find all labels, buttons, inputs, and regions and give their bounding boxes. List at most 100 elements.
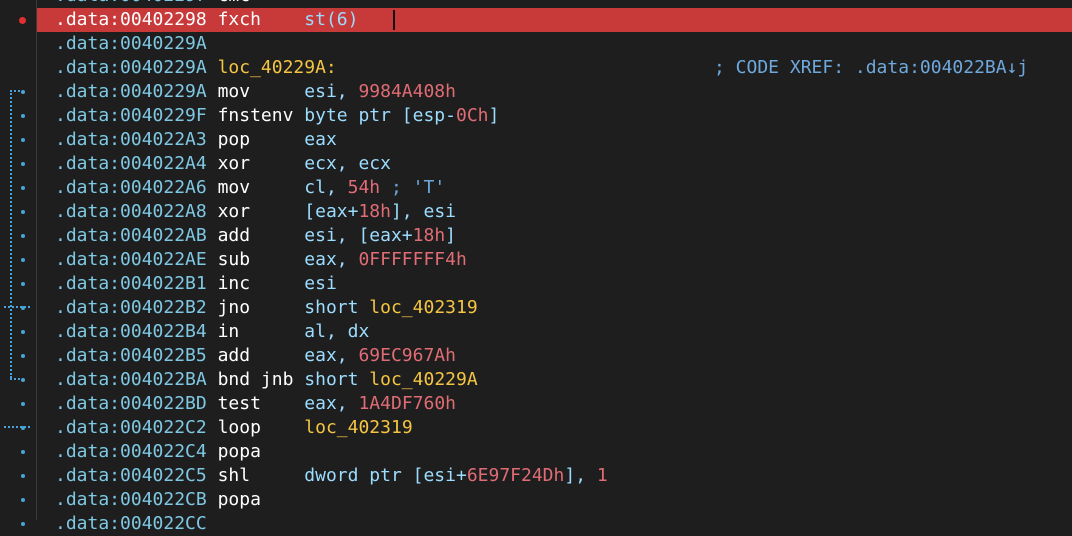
mnemonic: loop bbox=[217, 417, 261, 438]
listing-line[interactable]: .data:00402298 fxch st(6) bbox=[37, 8, 1072, 32]
xref-comment[interactable]: ; CODE XREF: .data:004022BA↓j bbox=[714, 56, 1028, 80]
listing-line[interactable]: .data:0040229F fnstenv byte ptr [esp-0Ch… bbox=[37, 104, 1072, 128]
listing-line[interactable]: .data:004022A8 xor [eax+18h], esi bbox=[37, 200, 1072, 224]
operand-number: 1A4DF760h bbox=[358, 393, 457, 414]
operand: ], bbox=[564, 465, 597, 486]
operand-number: 1 bbox=[596, 465, 608, 486]
mnemonic: shl bbox=[217, 465, 251, 486]
address: .data:0040229A bbox=[55, 57, 207, 78]
listing-line[interactable]: .data:004022AE sub eax, 0FFFFFFF4h bbox=[37, 248, 1072, 272]
operand: cl, bbox=[304, 177, 348, 198]
disassembly-listing: .data:00402297 cmc .data:00402298 fxch s… bbox=[37, 0, 1072, 536]
mnemonic: popa bbox=[217, 441, 261, 462]
line-marker-dot bbox=[21, 522, 25, 526]
listing-line[interactable]: .data:004022B2 jno short loc_402319 bbox=[37, 296, 1072, 320]
line-marker-dot bbox=[21, 282, 25, 286]
mnemonic: mov bbox=[217, 177, 251, 198]
address: .data:004022BD bbox=[55, 393, 207, 414]
operand: ], esi bbox=[390, 201, 456, 222]
line-marker-dot bbox=[21, 498, 25, 502]
listing-line[interactable]: .data:004022CC bbox=[37, 512, 1072, 536]
line-marker-dot bbox=[21, 114, 25, 118]
mnemonic: cmc bbox=[218, 0, 251, 6]
address: .data:004022B2 bbox=[55, 297, 207, 318]
listing-line[interactable]: .data:004022C4 popa bbox=[37, 440, 1072, 464]
listing-line[interactable]: .data:004022B5 add eax, 69EC967Ah bbox=[37, 344, 1072, 368]
mnemonic: fnstenv bbox=[217, 105, 294, 126]
address: .data:004022A4 bbox=[55, 153, 207, 174]
line-marker-dot bbox=[21, 450, 25, 454]
code-label[interactable]: loc_40229A: bbox=[218, 57, 337, 78]
mnemonic: mov bbox=[217, 81, 251, 102]
mnemonic: xor bbox=[217, 153, 251, 174]
line-marker-dot bbox=[21, 210, 25, 214]
jump-arrow-line bbox=[10, 378, 20, 380]
operand: short bbox=[304, 297, 370, 318]
address: .data:004022C5 bbox=[55, 465, 207, 486]
operand: esi, [eax+ bbox=[304, 225, 413, 246]
line-marker-dot bbox=[21, 378, 25, 382]
listing-line[interactable]: .data:00402297 cmc bbox=[37, 0, 1072, 8]
operand: esi, bbox=[304, 81, 359, 102]
breakpoint-icon[interactable] bbox=[19, 17, 26, 24]
address: .data:004022CB bbox=[55, 489, 207, 510]
operand: esi bbox=[304, 273, 337, 294]
mnemonic: add bbox=[217, 345, 251, 366]
line-marker-dot bbox=[21, 90, 25, 94]
listing-line[interactable]: .data:004022A4 xor ecx, ecx bbox=[37, 152, 1072, 176]
operand-number: 6E97F24Dh bbox=[466, 465, 565, 486]
operand-number: 18h bbox=[358, 201, 391, 222]
flow-gutter[interactable] bbox=[0, 0, 37, 526]
line-marker-dot bbox=[21, 474, 25, 478]
listing-line[interactable]: .data:004022AB add esi, [eax+18h] bbox=[37, 224, 1072, 248]
address: .data:004022A3 bbox=[55, 129, 207, 150]
line-marker-dot bbox=[21, 234, 25, 238]
address: .data:004022AB bbox=[55, 225, 207, 246]
mnemonic: fxch bbox=[217, 9, 261, 30]
listing-line[interactable]: .data:004022BD test eax, 1A4DF760h bbox=[37, 392, 1072, 416]
operand: short bbox=[304, 369, 370, 390]
listing-line[interactable]: .data:004022B4 in al, dx bbox=[37, 320, 1072, 344]
operand-number: 0FFFFFFF4h bbox=[358, 249, 467, 270]
address: .data:00402297 bbox=[37, 0, 207, 6]
address: .data:004022A8 bbox=[55, 201, 207, 222]
listing-line[interactable]: .data:004022A6 mov cl, 54h ; 'T' bbox=[37, 176, 1072, 200]
operand: al, dx bbox=[304, 321, 370, 342]
listing-line[interactable]: .data:004022B1 inc esi bbox=[37, 272, 1072, 296]
listing-line[interactable]: .data:004022C2 loop loc_402319 bbox=[37, 416, 1072, 440]
jump-arrow-line bbox=[4, 426, 30, 428]
mnemonic: bnd jnb bbox=[217, 369, 294, 390]
line-marker-dot bbox=[21, 258, 25, 262]
address: .data:00402298 bbox=[55, 9, 207, 30]
operand-label[interactable]: loc_402319 bbox=[304, 417, 412, 438]
address: .data:0040229A bbox=[55, 81, 207, 102]
listing-line[interactable]: .data:004022BA bnd jnb short loc_40229A bbox=[37, 368, 1072, 392]
operand: eax, bbox=[304, 393, 359, 414]
address: .data:004022A6 bbox=[55, 177, 207, 198]
line-marker-dot bbox=[21, 138, 25, 142]
listing-line[interactable]: .data:004022C5 shl dword ptr [esi+6E97F2… bbox=[37, 464, 1072, 488]
listing-line[interactable]: .data:0040229A loc_40229A: ; CODE XREF: .… bbox=[37, 56, 1072, 80]
listing-line[interactable]: .data:0040229A mov esi, 9984A408h bbox=[37, 80, 1072, 104]
operand-label[interactable]: loc_402319 bbox=[369, 297, 477, 318]
line-marker-dot bbox=[21, 330, 25, 334]
operand: [eax+ bbox=[304, 201, 359, 222]
listing-line[interactable]: .data:0040229A bbox=[37, 32, 1072, 56]
operand: eax, bbox=[304, 249, 359, 270]
line-marker-dot bbox=[21, 402, 25, 406]
mnemonic: add bbox=[217, 225, 251, 246]
jump-arrow-line bbox=[10, 90, 12, 378]
listing-line[interactable]: .data:004022CB popa bbox=[37, 488, 1072, 512]
operand-label[interactable]: loc_40229A bbox=[369, 369, 477, 390]
jump-arrow-line bbox=[10, 90, 20, 92]
mnemonic: in bbox=[217, 321, 240, 342]
address: .data:004022B5 bbox=[55, 345, 207, 366]
operand-number: 9984A408h bbox=[358, 81, 456, 102]
line-marker-dot bbox=[21, 354, 25, 358]
mnemonic: xor bbox=[217, 201, 251, 222]
operand: ] bbox=[488, 105, 500, 126]
address: .data:0040229F bbox=[55, 105, 207, 126]
operand-number: 18h bbox=[412, 225, 446, 246]
listing-line[interactable]: .data:004022A3 pop eax bbox=[37, 128, 1072, 152]
operand: byte ptr [esp- bbox=[304, 105, 456, 126]
